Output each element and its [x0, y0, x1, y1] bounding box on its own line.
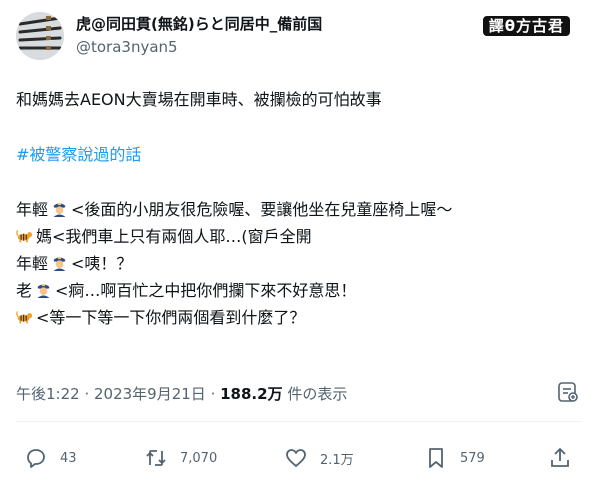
meta-separator: ·: [205, 385, 221, 403]
dialogue-text: 媽<我們車上只有兩個人耶…(窗戶全開: [36, 227, 312, 246]
translator-watermark: 譯θ方古君: [482, 16, 570, 36]
heart-icon: [286, 449, 306, 467]
dialogue-line-4: 老 <痾…啊百忙之中把你們攔下來不好意思！: [16, 277, 582, 304]
tweet-text: 和媽媽去AEON大賣場在開車時、被攔檢的可怕故事 #被警察說過的話 年輕 <後面的…: [16, 86, 582, 331]
retweet-count: 7,070: [180, 450, 218, 466]
police-officer-icon: [53, 257, 66, 271]
name-block: 虎@同田貫(無銘)らと同居中_備前国 @tora3nyan5: [76, 14, 322, 58]
reply-icon: [27, 449, 45, 468]
dialogue-text: <咦！？: [71, 254, 133, 273]
dialogue-text: <後面的小朋友很危險喔、要讓他坐在兒童座椅上喔～: [71, 200, 453, 219]
speaker-label: 年輕: [16, 254, 49, 273]
tweet-date[interactable]: 2023年9月21日: [94, 385, 206, 403]
display-name[interactable]: 虎@同田貫(無銘)らと同居中_備前国: [76, 14, 322, 34]
tiger-icon: [16, 229, 33, 243]
bookmark-button[interactable]: 579: [424, 440, 485, 476]
dialogue-line-1: 年輕 <後面的小朋友很危險喔、要讓他坐在兒童座椅上喔～: [16, 196, 582, 223]
reply-count: 43: [60, 450, 77, 466]
tiger-icon: [16, 310, 33, 324]
speaker-label: 老: [16, 281, 33, 300]
retweet-button[interactable]: 7,070: [144, 440, 217, 476]
hashtag-text[interactable]: #被警察說過的話: [16, 145, 141, 164]
dialogue-text: <痾…啊百忙之中把你們攔下來不好意思！: [55, 281, 357, 300]
dialogue-line-3: 年輕 <咦！？: [16, 250, 582, 277]
avatar-swords-image: [16, 12, 64, 60]
share-button[interactable]: [548, 440, 572, 476]
dialogue-line-2: 媽<我們車上只有兩個人耶…(窗戶全開: [16, 223, 582, 250]
bookmark-count: 579: [460, 450, 485, 466]
share-icon: [551, 448, 569, 467]
reply-button[interactable]: 43: [24, 440, 77, 476]
dialogue-line-5: <等一下等一下你們兩個看到什麼了？: [16, 304, 582, 331]
like-count: 2.1万: [320, 452, 354, 468]
police-officer-icon: [37, 284, 50, 298]
user-handle[interactable]: @tora3nyan5: [76, 36, 322, 58]
dialogue-text: <等一下等一下你們兩個看到什麼了？: [36, 308, 306, 327]
views-count: 188.2万: [220, 385, 283, 403]
tweet-header: 虎@同田貫(無銘)らと同居中_備前国 @tora3nyan5 譯θ方古君: [16, 12, 582, 68]
avatar[interactable]: [16, 12, 64, 60]
retweet-icon: [146, 450, 166, 466]
police-officer-icon: [53, 203, 66, 217]
speaker-label: 年輕: [16, 200, 49, 219]
bookmark-icon: [429, 448, 443, 468]
tweet-meta: 午後1:22 · 2023年9月21日 · 188.2万 件の表示: [16, 383, 347, 404]
tweet-time[interactable]: 午後1:22: [16, 385, 80, 403]
action-bar: 43 7,070 2.1万 579: [16, 440, 582, 476]
views-label: 件の表示: [282, 385, 348, 403]
meta-separator: ·: [79, 385, 94, 403]
divider: [16, 421, 582, 422]
tweet-line-1: 和媽媽去AEON大賣場在開車時、被攔檢的可怕故事: [16, 90, 382, 109]
like-button[interactable]: 2.1万: [284, 440, 354, 476]
analytics-icon[interactable]: [556, 380, 580, 404]
hashtag-link[interactable]: #被警察說過的話: [16, 141, 582, 168]
